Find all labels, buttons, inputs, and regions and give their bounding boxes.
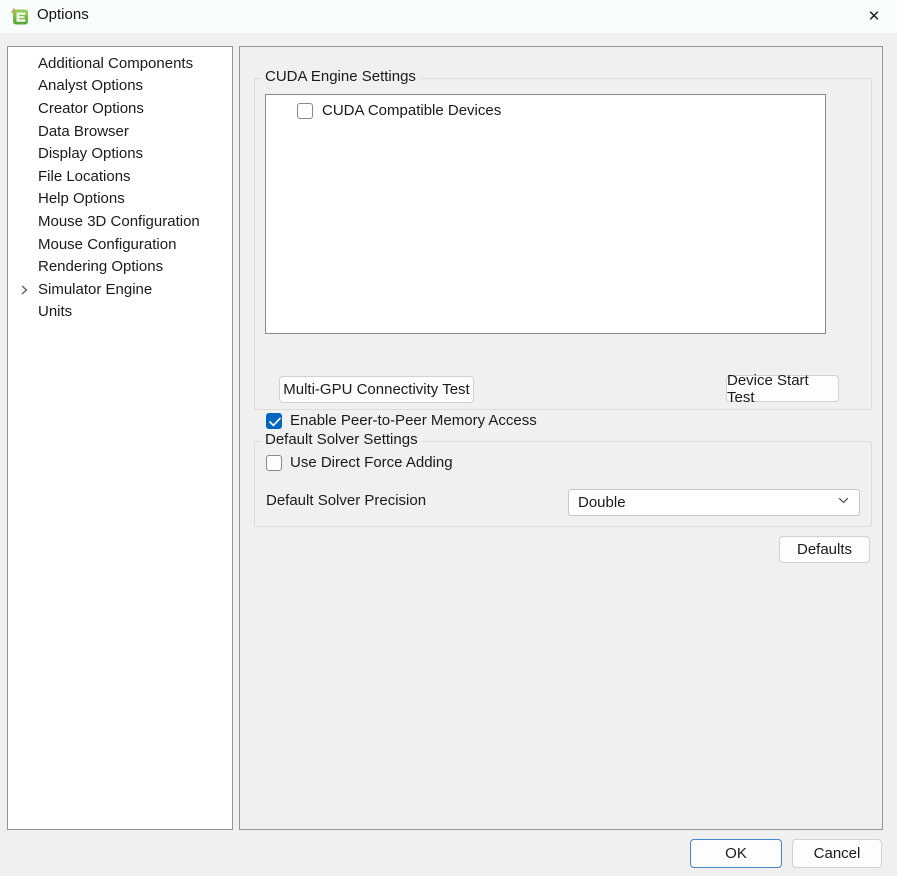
sidebar-item-data-browser[interactable]: Data Browser xyxy=(8,120,232,143)
cuda-compatible-devices-row[interactable]: CUDA Compatible Devices xyxy=(266,95,825,119)
sidebar-item-creator-options[interactable]: Creator Options xyxy=(8,97,232,120)
close-icon[interactable]: ✕ xyxy=(851,0,897,33)
default-solver-precision-select[interactable]: Double xyxy=(568,489,860,516)
cuda-compatible-devices-label: CUDA Compatible Devices xyxy=(322,102,502,119)
sidebar-item-units[interactable]: Units xyxy=(8,301,232,324)
sidebar-item-analyst-options[interactable]: Analyst Options xyxy=(8,75,232,98)
window-title: Options xyxy=(37,6,89,23)
device-start-test-button[interactable]: Device Start Test xyxy=(726,372,839,406)
titlebar: Options ✕ xyxy=(0,0,897,33)
chevron-down-icon xyxy=(837,494,850,511)
selected-precision-value: Double xyxy=(578,494,626,511)
cuda-engine-settings-group: CUDA Engine Settings CUDA Compatible Dev… xyxy=(254,68,872,429)
sidebar-item-additional-components[interactable]: Additional Components xyxy=(8,52,232,75)
sidebar-item-file-locations[interactable]: File Locations xyxy=(8,165,232,188)
sidebar-item-display-options[interactable]: Display Options xyxy=(8,142,232,165)
peer-to-peer-memory-row[interactable]: Enable Peer-to-Peer Memory Access xyxy=(266,412,537,429)
ok-button[interactable]: OK xyxy=(690,839,782,868)
peer-to-peer-memory-checkbox[interactable] xyxy=(266,412,282,429)
use-direct-force-adding-row[interactable]: Use Direct Force Adding xyxy=(266,454,453,471)
settings-panel: CUDA Engine Settings CUDA Compatible Dev… xyxy=(239,46,883,830)
sidebar-item-mouse-configuration[interactable]: Mouse Configuration xyxy=(8,233,232,256)
app-icon xyxy=(10,7,29,26)
sidebar-item-rendering-options[interactable]: Rendering Options xyxy=(8,255,232,278)
peer-to-peer-memory-label: Enable Peer-to-Peer Memory Access xyxy=(290,412,537,429)
sidebar-item-help-options[interactable]: Help Options xyxy=(8,188,232,211)
cuda-device-listbox[interactable]: CUDA Compatible Devices xyxy=(265,94,826,334)
chevron-right-icon[interactable] xyxy=(18,283,30,295)
category-list: Additional Components Analyst Options Cr… xyxy=(8,47,232,323)
solver-group-title: Default Solver Settings xyxy=(261,431,422,448)
options-category-sidebar: Additional Components Analyst Options Cr… xyxy=(7,46,233,830)
use-direct-force-adding-label: Use Direct Force Adding xyxy=(290,454,453,471)
cancel-button[interactable]: Cancel xyxy=(792,839,882,868)
default-solver-precision-label: Default Solver Precision xyxy=(266,492,427,509)
cuda-compatible-devices-checkbox[interactable] xyxy=(297,102,313,119)
default-solver-settings-group: Default Solver Settings Use Direct Force… xyxy=(254,431,872,527)
multi-gpu-connectivity-test-button[interactable]: Multi-GPU Connectivity Test xyxy=(279,376,474,403)
cuda-group-title: CUDA Engine Settings xyxy=(261,68,420,85)
sidebar-item-mouse-3d-configuration[interactable]: Mouse 3D Configuration xyxy=(8,210,232,233)
defaults-button[interactable]: Defaults xyxy=(779,536,870,563)
sidebar-item-simulator-engine[interactable]: Simulator Engine xyxy=(8,278,232,301)
use-direct-force-adding-checkbox[interactable] xyxy=(266,454,282,471)
options-dialog: Options ✕ Additional Components Analyst … xyxy=(0,0,897,876)
